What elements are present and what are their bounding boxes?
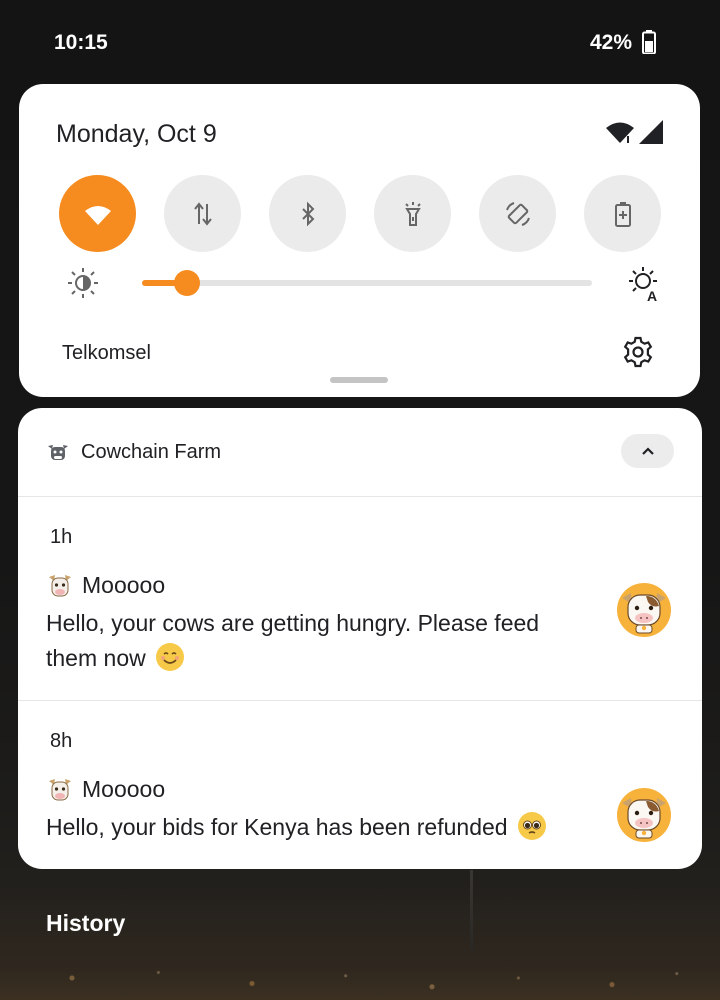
notification-item[interactable]: 8h Mooooo Hello, your bids for Kenya has… (18, 701, 702, 869)
notification-title-row: Mooooo (46, 775, 165, 803)
history-button[interactable]: History (46, 910, 125, 937)
wifi-icon (84, 205, 111, 225)
notification-title: Mooooo (82, 571, 166, 598)
notification-time: 8h (50, 730, 73, 752)
rotate-icon (505, 201, 530, 226)
quick-settings-panel: Monday, Oct 9 A Telkomsel (19, 84, 700, 397)
status-time: 10:15 (54, 31, 108, 54)
auto-brightness-icon[interactable]: A (627, 266, 663, 302)
battery-saver-icon (614, 201, 631, 227)
tile-battery-saver[interactable] (584, 175, 661, 252)
battery-percent: 42% (589, 31, 632, 54)
cow-face-icon (49, 779, 71, 801)
gear-icon[interactable] (622, 336, 654, 368)
drag-handle[interactable] (330, 377, 388, 383)
cow-avatar-icon (617, 583, 671, 637)
flashlight-icon (404, 201, 421, 226)
carrier-label: Telkomsel (62, 342, 151, 364)
data-arrows-icon (193, 201, 212, 226)
cow-app-icon (48, 445, 68, 460)
wifi-icon (606, 122, 634, 143)
tile-wifi[interactable] (59, 175, 136, 252)
tile-flashlight[interactable] (374, 175, 451, 252)
notification-body: Hello, your bids for Kenya has been refu… (46, 810, 586, 845)
wallpaper-tower (470, 870, 473, 950)
notification-body: Hello, your cows are getting hungry. Ple… (46, 606, 586, 676)
brightness-low-icon (68, 268, 98, 298)
collapse-button[interactable] (621, 434, 674, 468)
notification-app-header[interactable]: Cowchain Farm (18, 408, 702, 496)
notification-title-row: Mooooo (46, 571, 165, 599)
tile-mobile-data[interactable] (164, 175, 241, 252)
brightness-slider-thumb[interactable] (174, 270, 200, 296)
chevron-up-icon (641, 447, 654, 455)
pleading-face-emoji (517, 812, 546, 840)
tile-auto-rotate[interactable] (479, 175, 556, 252)
cellular-signal-icon (639, 120, 663, 144)
battery-icon (642, 30, 656, 54)
svg-text:A: A (647, 288, 657, 302)
bluetooth-icon (301, 201, 314, 226)
notification-title: Mooooo (82, 775, 166, 802)
wallpaper-city-lights (0, 890, 720, 1000)
notification-time: 1h (50, 526, 73, 548)
cow-avatar-icon (617, 788, 671, 842)
notification-item[interactable]: 1h Mooooo Hello, your cows are getting h… (18, 497, 702, 701)
status-bar: 10:15 42% (0, 0, 720, 84)
notification-card: Cowchain Farm 1h Mooooo Hello, your cows… (18, 408, 702, 869)
tile-bluetooth[interactable] (269, 175, 346, 252)
notification-body-text: Hello, your bids for Kenya has been refu… (46, 814, 508, 840)
date-label: Monday, Oct 9 (56, 120, 217, 148)
brightness-slider[interactable] (142, 270, 592, 296)
quick-settings-tiles (59, 175, 661, 253)
smiling-face-emoji (156, 643, 185, 671)
app-name: Cowchain Farm (81, 441, 222, 463)
notification-body-text: Hello, your cows are getting hungry. Ple… (46, 610, 540, 671)
cow-face-icon (49, 575, 71, 597)
